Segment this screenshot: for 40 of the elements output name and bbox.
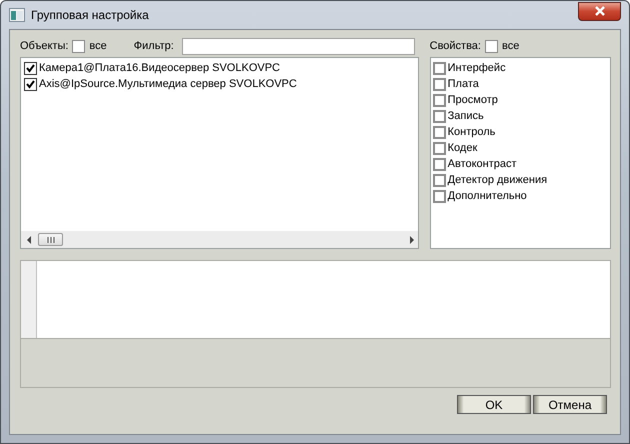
property-checkbox[interactable]	[432, 62, 446, 74]
object-item[interactable]: Камера1@Плата16.Видеосервер SVOLKOVPC	[39, 62, 280, 74]
property-checkbox[interactable]	[432, 94, 446, 106]
property-item[interactable]: Дополнительно	[448, 190, 527, 202]
scroll-left-icon	[27, 236, 32, 244]
object-checkbox[interactable]	[24, 78, 37, 90]
property-item[interactable]: Запись	[448, 110, 484, 122]
property-checkbox[interactable]	[432, 110, 446, 122]
window-title: Групповая настройка	[31, 8, 149, 22]
properties-label: Свойства:	[430, 40, 481, 52]
cancel-button[interactable]: Отмена	[533, 395, 607, 414]
property-item[interactable]: Кодек	[448, 142, 478, 154]
select-all-properties-checkbox[interactable]	[484, 40, 498, 52]
scroll-thumb[interactable]	[38, 233, 63, 246]
object-item[interactable]: Axis@IpSource.Мультимедиа сервер SVOLKOVPC	[39, 78, 297, 90]
select-all-objects-checkbox[interactable]	[72, 40, 86, 52]
property-checkbox[interactable]	[432, 174, 446, 186]
scroll-right-icon	[408, 236, 414, 244]
property-checkbox[interactable]	[432, 158, 446, 170]
property-checkbox[interactable]	[432, 78, 446, 90]
close-button[interactable]	[578, 2, 621, 20]
property-checkbox[interactable]	[432, 190, 446, 202]
property-item[interactable]: Плата	[448, 78, 479, 90]
property-checkbox[interactable]	[432, 126, 446, 138]
object-checkbox[interactable]	[24, 62, 37, 74]
property-item[interactable]: Интерфейс	[448, 62, 506, 74]
window-icon	[9, 8, 25, 22]
property-item[interactable]: Просмотр	[448, 94, 498, 106]
close-icon	[594, 6, 606, 16]
all-label: все	[89, 40, 107, 52]
objects-label: Объекты:	[20, 40, 68, 52]
all-label: все	[502, 40, 520, 52]
property-item[interactable]: Контроль	[448, 126, 496, 138]
filter-field[interactable]	[182, 38, 415, 54]
property-item[interactable]: Автоконтраст	[448, 158, 517, 170]
horizontal-scrollbar[interactable]	[21, 231, 418, 248]
ok-button[interactable]: OK	[457, 395, 531, 414]
property-item[interactable]: Детектор движения	[448, 174, 548, 186]
property-checkbox[interactable]	[432, 142, 446, 154]
filter-label: Фильтр:	[134, 40, 174, 52]
